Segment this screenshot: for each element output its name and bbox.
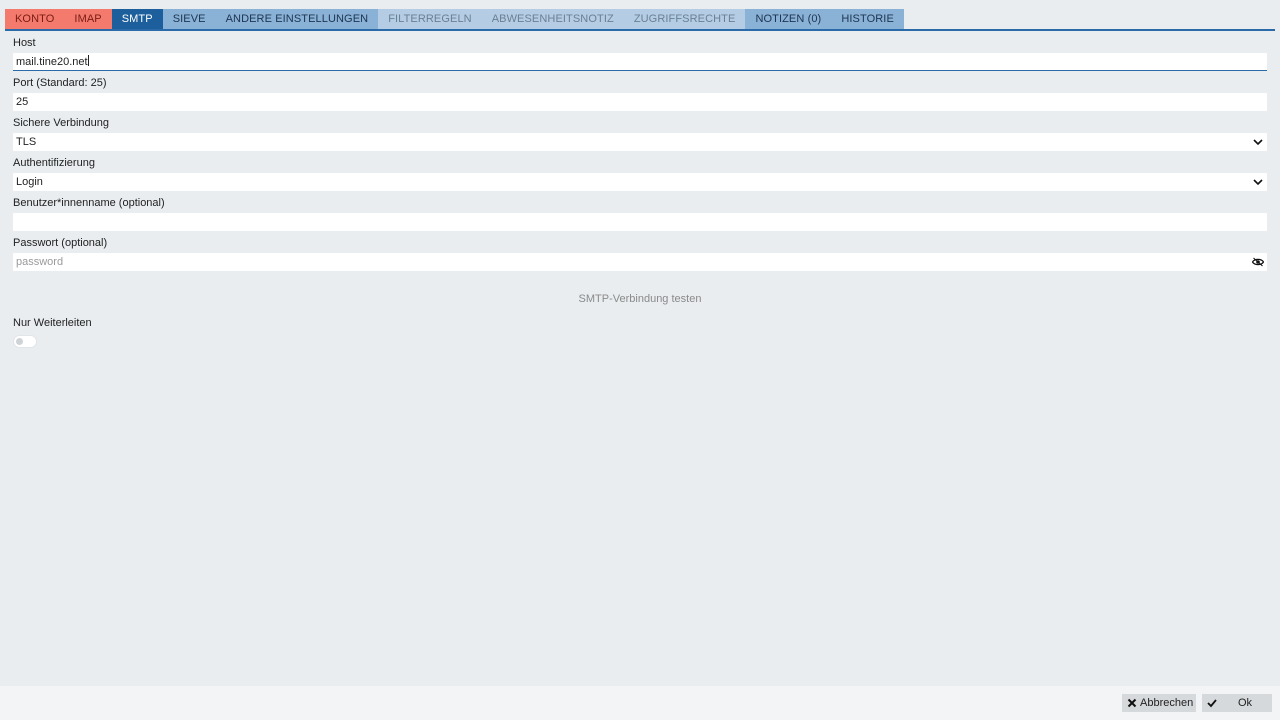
authentication-value: Login <box>16 176 43 188</box>
port-value: 25 <box>16 96 29 108</box>
password-placeholder: password <box>16 256 64 268</box>
cancel-button-label: Abbrechen <box>1140 697 1194 709</box>
tab-sieve[interactable]: SIEVE <box>162 9 216 29</box>
test-smtp-connection-button[interactable]: SMTP-Verbindung testen <box>540 290 740 308</box>
dialog-footer: Abbrechen Ok <box>0 686 1280 720</box>
forward-only-label: Nur Weiterleiten <box>13 317 92 329</box>
tab-imap[interactable]: IMAP <box>64 9 112 29</box>
authentication-select[interactable]: Login <box>13 173 1267 191</box>
tab-smtp[interactable]: SMTP <box>111 9 163 29</box>
password-input[interactable]: password <box>13 253 1267 271</box>
ok-button-label: Ok <box>1238 697 1253 709</box>
tab-filterregeln[interactable]: FILTERREGELN <box>378 9 482 29</box>
tab-historie[interactable]: HISTORIE <box>831 9 904 29</box>
tab-abwesenheitsnotiz[interactable]: ABWESENHEITSNOTIZ <box>481 9 624 29</box>
tab-bar: KONTO IMAP SMTP SIEVE ANDERE EINSTELLUNG… <box>5 9 1275 31</box>
forward-only-toggle[interactable] <box>13 335 37 348</box>
port-label: Port (Standard: 25) <box>13 77 107 89</box>
chevron-down-icon <box>1253 179 1263 186</box>
chevron-down-icon <box>1253 139 1263 146</box>
smtp-form: Host mail.tine20.net Port (Standard: 25)… <box>13 37 1267 277</box>
eye-icon[interactable] <box>1252 257 1264 267</box>
toggle-knob <box>16 338 23 345</box>
cancel-button[interactable]: Abbrechen <box>1122 694 1196 712</box>
text-caret <box>87 55 89 66</box>
tab-andere-einstellungen[interactable]: ANDERE EINSTELLUNGEN <box>215 9 379 29</box>
close-icon <box>1127 698 1137 708</box>
secure-connection-select[interactable]: TLS <box>13 133 1267 151</box>
host-label: Host <box>13 37 36 49</box>
tab-konto[interactable]: KONTO <box>5 9 65 29</box>
username-label: Benutzer*innenname (optional) <box>13 197 165 209</box>
secure-connection-label: Sichere Verbindung <box>13 117 110 129</box>
secure-connection-value: TLS <box>16 136 37 148</box>
host-input[interactable]: mail.tine20.net <box>13 53 1267 71</box>
ok-button[interactable]: Ok <box>1202 694 1272 712</box>
password-label: Passwort (optional) <box>13 237 108 249</box>
authentication-label: Authentifizierung <box>13 157 95 169</box>
tab-notizen[interactable]: NOTIZEN (0) <box>745 9 832 29</box>
port-input[interactable]: 25 <box>13 93 1267 111</box>
check-icon <box>1207 699 1217 708</box>
tab-zugriffsrechte[interactable]: ZUGRIFFSRECHTE <box>623 9 746 29</box>
host-value: mail.tine20.net <box>16 55 89 68</box>
username-input[interactable] <box>13 213 1267 231</box>
